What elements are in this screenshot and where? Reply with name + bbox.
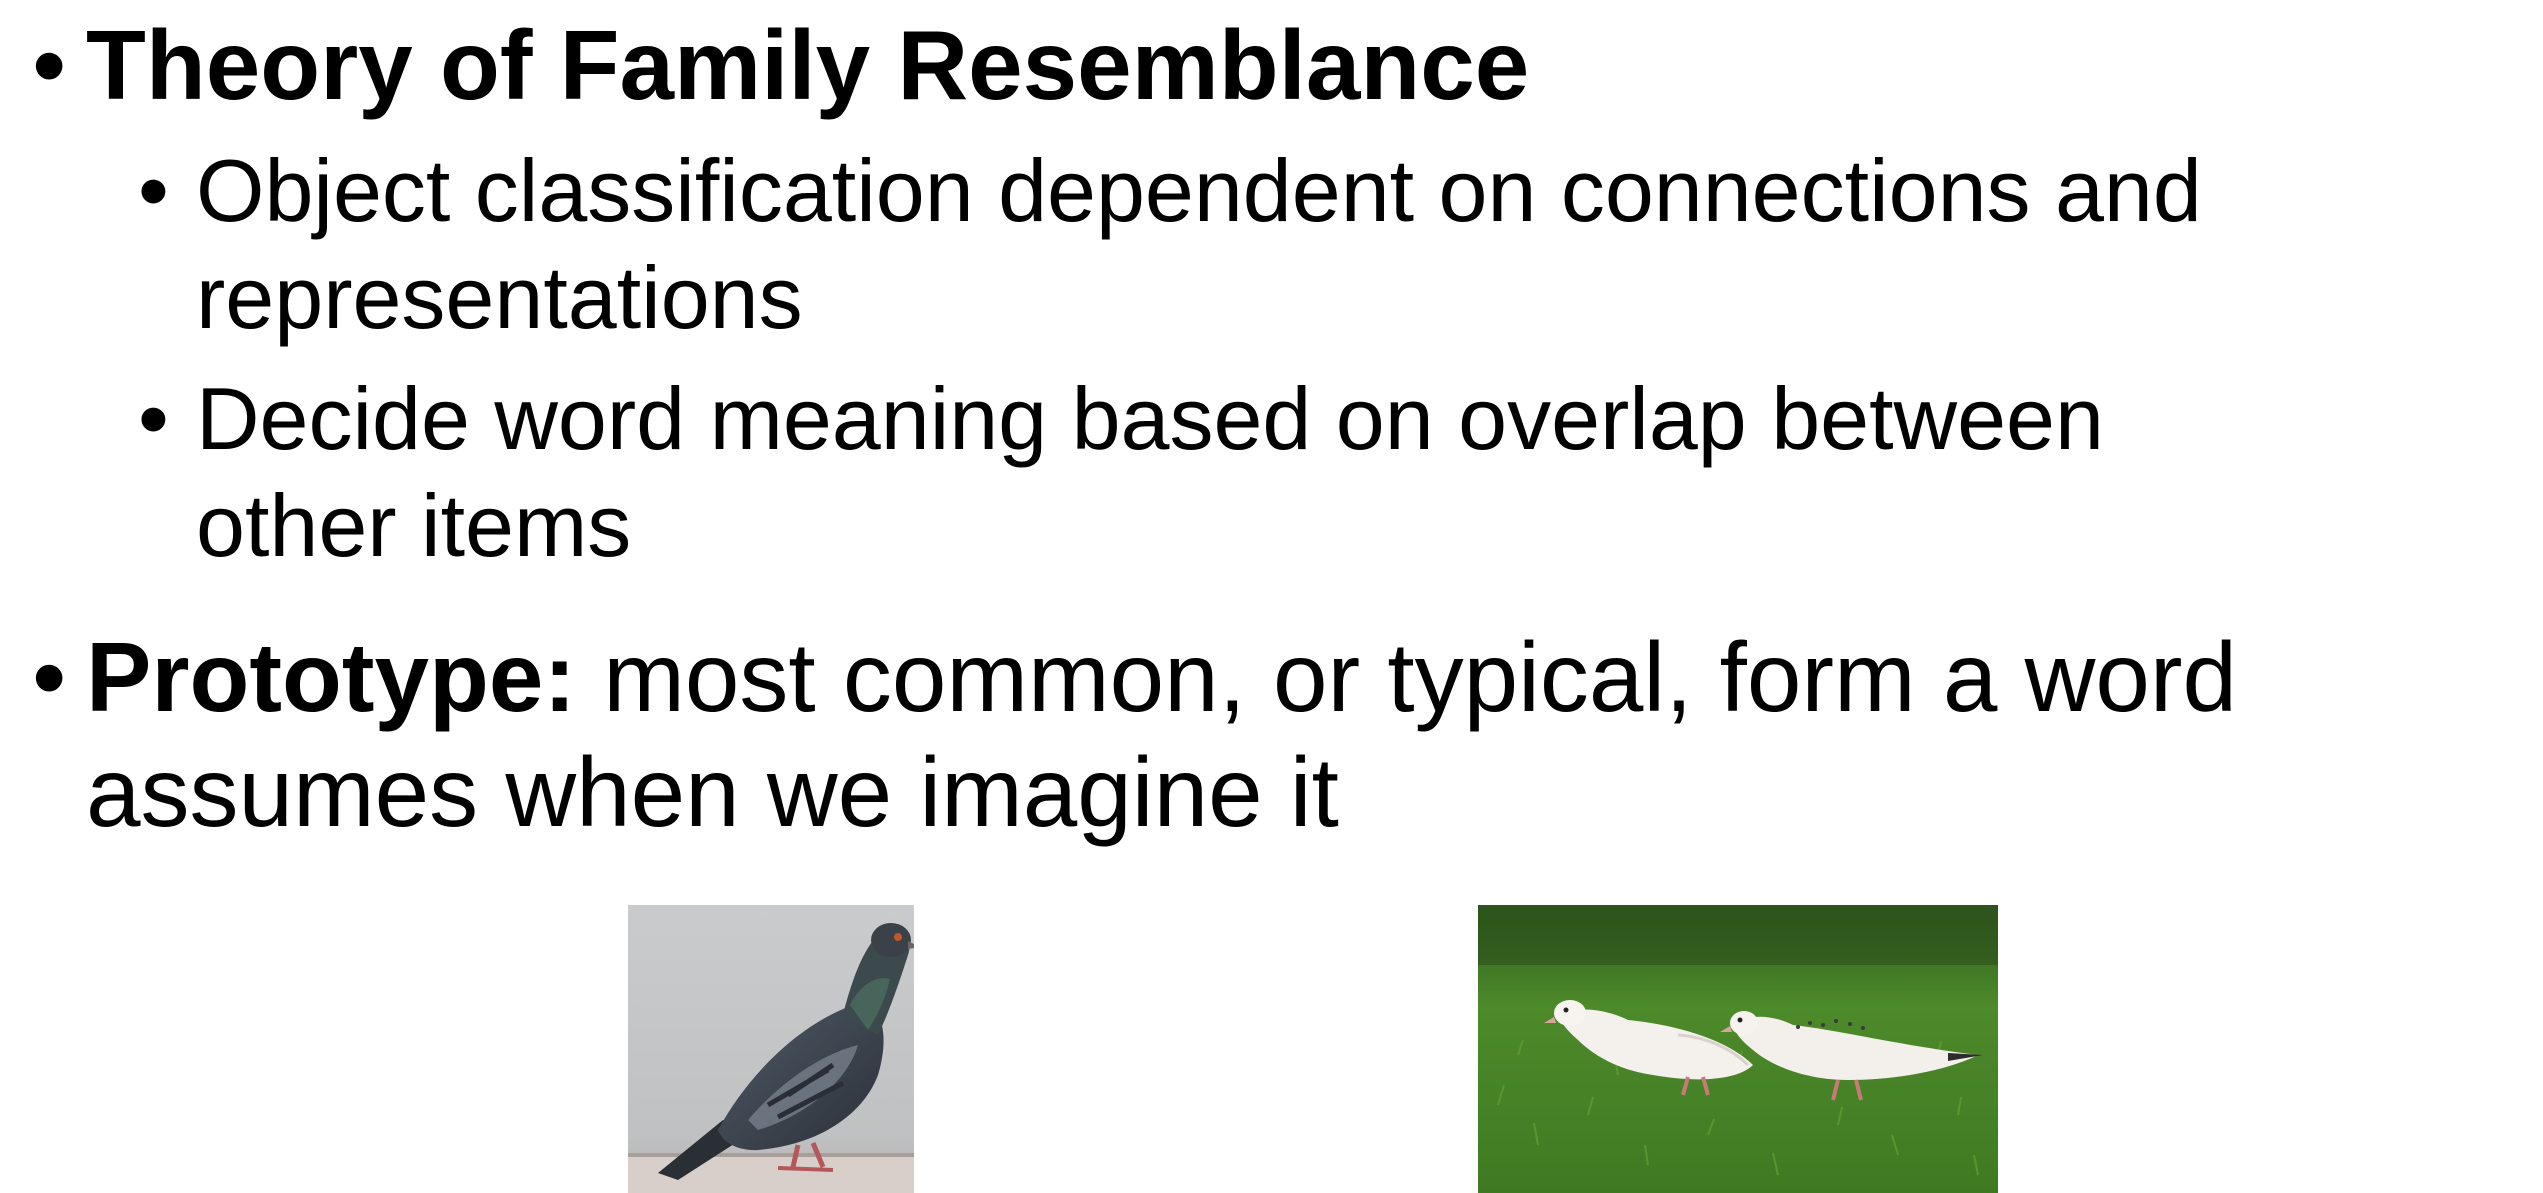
bullet-glyph: • xyxy=(32,10,67,120)
pigeon-photo xyxy=(628,905,914,1193)
bullet-prototype-line-2: assumes when we imagine it xyxy=(86,737,1339,847)
slide: • Theory of Family Resemblance • Object … xyxy=(0,0,2543,1193)
subbullet-line: Decide word meaning based on overlap bet… xyxy=(196,369,2104,468)
subbullet-object-classification: • Object classification dependent on con… xyxy=(138,137,2202,351)
subbullet-word-meaning-text: Decide word meaning based on overlap bet… xyxy=(196,365,2104,579)
doves-photo xyxy=(1478,905,1998,1193)
bullet-glyph: • xyxy=(32,622,67,732)
prototype-term: Prototype: xyxy=(86,622,576,732)
prototype-definition: most common, or typical, form a word xyxy=(576,622,2238,732)
white-doves-icon xyxy=(1478,905,1998,1193)
bullet-theory-heading: Theory of Family Resemblance xyxy=(86,10,1530,120)
bullet-prototype-text: Prototype: most common, or typical, form… xyxy=(86,620,2237,850)
bullet-glyph: • xyxy=(138,141,169,240)
subbullet-line: representations xyxy=(196,248,803,347)
bullet-theory-family-resemblance: • Theory of Family Resemblance xyxy=(32,8,1529,123)
subbullet-line: other items xyxy=(196,476,632,575)
subbullet-line: Object classification dependent on conne… xyxy=(196,141,2202,240)
bullet-prototype: • Prototype: most common, or typical, fo… xyxy=(32,620,2237,850)
subbullet-object-classification-text: Object classification dependent on conne… xyxy=(196,137,2202,351)
subbullet-word-meaning: • Decide word meaning based on overlap b… xyxy=(138,365,2104,579)
bullet-glyph: • xyxy=(138,369,169,468)
pigeon-icon xyxy=(628,905,914,1193)
bullet-prototype-line-1: Prototype: most common, or typical, form… xyxy=(86,620,2237,735)
